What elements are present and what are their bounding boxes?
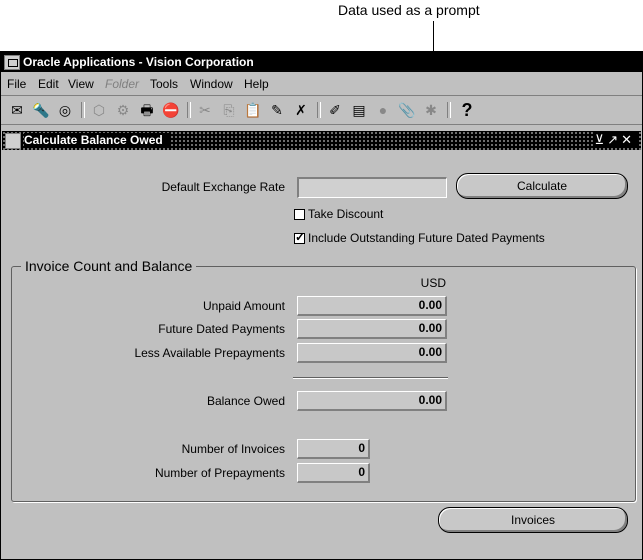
annotation-label: Data used as a prompt [338, 2, 480, 18]
menu-bar: File Edit View Folder Tools Window Help [1, 73, 642, 96]
close-form-icon[interactable]: ⛔ [161, 100, 181, 120]
future-payments-label: Future Dated Payments [158, 322, 285, 336]
menu-help[interactable]: Help [244, 77, 269, 91]
app-window: Oracle Applications - Vision Corporation… [0, 51, 643, 560]
new-record-icon[interactable]: ✎ [267, 100, 287, 120]
title-bar: Oracle Applications - Vision Corporation [1, 52, 642, 72]
prepayments-label: Less Available Prepayments [134, 346, 285, 360]
unpaid-amount-field[interactable]: 0.00 [297, 296, 447, 316]
include-future-checkbox[interactable] [294, 230, 305, 244]
menu-window[interactable]: Window [190, 77, 233, 91]
invoices-button[interactable]: Invoices [438, 507, 628, 533]
folder-tools-icon[interactable]: ✱ [421, 100, 441, 120]
group-title: Invoice Count and Balance [21, 258, 197, 274]
future-payments-field[interactable]: 0.00 [297, 319, 447, 339]
num-prepayments-field[interactable]: 0 [297, 463, 370, 483]
include-future-label: Include Outstanding Future Dated Payment… [308, 231, 545, 245]
restore-icon[interactable]: ↗ [607, 132, 621, 147]
toolbar-separator [81, 102, 85, 118]
balance-owed-label: Balance Owed [206, 394, 285, 408]
cut-icon[interactable]: ✂ [195, 100, 215, 120]
menu-view[interactable]: View [68, 77, 94, 91]
paste-icon[interactable]: 📋 [243, 100, 263, 120]
menu-edit[interactable]: Edit [38, 77, 59, 91]
find-icon[interactable]: 🔦 [31, 100, 51, 120]
exchange-rate-label: Default Exchange Rate [161, 180, 285, 194]
form-title: Calculate Balance Owed [24, 133, 169, 147]
navigator-icon[interactable]: ◎ [55, 100, 75, 120]
num-invoices-field[interactable]: 0 [297, 439, 370, 459]
exchange-rate-input[interactable] [297, 177, 447, 198]
currency-label: USD [420, 276, 446, 290]
divider [293, 377, 448, 379]
window-title: Oracle Applications - Vision Corporation [23, 55, 254, 69]
form-title-bar: Calculate Balance Owed ⊻↗✕ [2, 131, 641, 150]
menu-tools[interactable]: Tools [150, 77, 178, 91]
toolbar-separator [187, 102, 191, 118]
save-icon[interactable]: ⬡ [89, 100, 109, 120]
balance-owed-field[interactable]: 0.00 [297, 391, 447, 411]
close-icon[interactable]: ✕ [621, 132, 635, 147]
window-controls: ⊻↗✕ [592, 132, 637, 148]
minimize-icon[interactable]: ⊻ [595, 132, 608, 147]
form-icon [5, 133, 21, 149]
zoom-icon[interactable]: ▤ [349, 100, 369, 120]
delete-record-icon[interactable]: ✗ [291, 100, 311, 120]
menu-file[interactable]: File [7, 77, 26, 91]
attachments-icon[interactable]: 📎 [397, 100, 417, 120]
prepayments-field[interactable]: 0.00 [297, 343, 447, 363]
take-discount-checkbox[interactable] [294, 209, 305, 220]
help-icon[interactable]: ? [457, 100, 477, 120]
calculate-button[interactable]: Calculate [456, 173, 628, 199]
menu-folder[interactable]: Folder [105, 77, 139, 91]
edit-field-icon[interactable]: ✐ [325, 100, 345, 120]
translations-icon[interactable]: ● [373, 100, 393, 120]
save-proceed-icon[interactable]: ⚙ [113, 100, 133, 120]
copy-icon[interactable]: ⎘ [219, 100, 239, 120]
unpaid-amount-label: Unpaid Amount [202, 299, 285, 313]
num-invoices-label: Number of Invoices [181, 442, 285, 456]
toolbar-separator [447, 102, 451, 118]
new-icon[interactable]: ✉ [7, 100, 27, 120]
toolbar-separator [317, 102, 321, 118]
app-icon [4, 55, 20, 70]
take-discount-label: Take Discount [308, 207, 384, 221]
toolbar: ✉ 🔦 ◎ ⬡ ⚙ 🖶 ⛔ ✂ ⎘ 📋 ✎ ✗ ✐ ▤ ● 📎 ✱ ? [1, 96, 642, 125]
num-prepayments-label: Number of Prepayments [154, 466, 285, 480]
print-icon[interactable]: 🖶 [137, 100, 157, 120]
